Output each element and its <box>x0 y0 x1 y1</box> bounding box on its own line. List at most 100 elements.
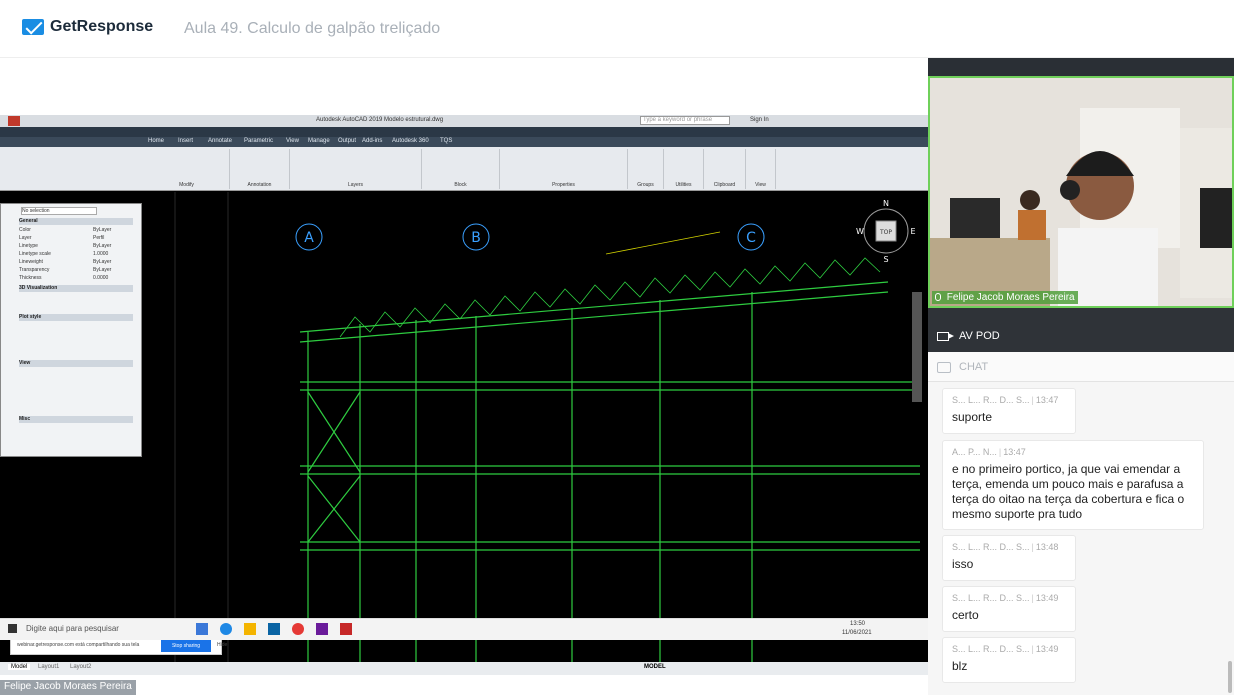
message-sender: A... P... N... <box>952 447 997 457</box>
prop-color-value[interactable]: ByLayer <box>93 227 111 233</box>
section-general[interactable]: General <box>19 218 133 225</box>
prop-linetype-value[interactable]: ByLayer <box>93 243 111 249</box>
tab-layout2[interactable]: Layout2 <box>70 664 91 670</box>
autocad-window: Autodesk AutoCAD 2019 Modelo estrutural.… <box>0 115 928 675</box>
selection-dropdown[interactable]: No selection <box>21 207 97 215</box>
prop-layer-label: Layer <box>19 235 32 241</box>
ribbon-group-layers[interactable]: Layers <box>290 149 422 189</box>
ribbon-group-utilities[interactable]: Utilities <box>664 149 704 189</box>
compass-south: S <box>883 255 888 264</box>
view-cube[interactable]: TOP N W E S <box>856 199 915 264</box>
video-frame <box>930 78 1232 306</box>
message-sender: S... L... R... D... S... <box>952 593 1030 603</box>
windows-taskbar: Digite aqui para pesquisar 13:50 11/06/2… <box>0 618 928 640</box>
tab-model[interactable]: Model <box>8 664 31 670</box>
brand-name: GetResponse <box>50 18 154 35</box>
help-search-input[interactable]: Type a keyword or phrase <box>640 116 730 125</box>
file-explorer-icon[interactable] <box>244 623 256 635</box>
tab-manage[interactable]: Manage <box>308 138 330 144</box>
clock-time: 13:50 <box>850 621 866 627</box>
hide-button[interactable]: Hide <box>217 642 227 648</box>
ribbon-group-properties[interactable]: Properties <box>500 149 628 189</box>
stop-sharing-button[interactable]: Stop sharing <box>161 640 211 652</box>
message-time: 13:48 <box>1035 542 1059 552</box>
compass-east: E <box>910 227 915 236</box>
compass-west: W <box>856 227 864 236</box>
vertical-scrollbar[interactable] <box>912 292 922 402</box>
prop-linetype-scale-label: Linetype scale <box>19 251 51 257</box>
outlook-icon[interactable] <box>268 623 280 635</box>
ribbon-group-groups[interactable]: Groups <box>628 149 664 189</box>
message-text: isso <box>952 557 974 571</box>
windows-start-icon[interactable] <box>8 624 17 633</box>
prop-layer-value[interactable]: Perfil <box>93 235 104 241</box>
tab-parametric[interactable]: Parametric <box>244 138 273 144</box>
top-bar: GetResponse Aula 49. Calculo de galpão t… <box>0 0 1234 58</box>
brand-logo[interactable]: GetResponse <box>22 18 153 36</box>
ribbon-group-annotation[interactable]: Annotation <box>230 149 290 189</box>
edge-icon[interactable] <box>220 623 232 635</box>
view-cube-top: TOP <box>879 229 892 236</box>
message-text: e no primeiro portico, ja que vai emenda… <box>952 462 1185 521</box>
model-space-indicator[interactable]: MODEL <box>644 664 666 670</box>
ribbon-group-view[interactable]: View <box>746 149 776 189</box>
taskbar-search[interactable]: Digite aqui para pesquisar <box>26 624 119 633</box>
chat-message: S... L... R... D... S... | 13:47 suporte <box>942 388 1076 434</box>
ribbon-group-modify[interactable]: Modify <box>144 149 230 189</box>
autocad-menu-bar <box>0 127 928 137</box>
tab-autodesk-360[interactable]: Autodesk 360 <box>392 138 429 144</box>
tab-layout1[interactable]: Layout1 <box>38 664 59 670</box>
tab-home[interactable]: Home <box>148 138 164 144</box>
chat-scrollbar[interactable] <box>1228 661 1232 693</box>
chat-message: A... P... N... | 13:47 e no primeiro porti… <box>942 440 1204 530</box>
tab-tqs[interactable]: TQS <box>440 138 452 144</box>
prop-color-label: Color <box>19 227 31 233</box>
taskbar-app-icon[interactable] <box>196 623 208 635</box>
av-pod-header[interactable]: AV POD <box>928 308 1234 352</box>
tab-view[interactable]: View <box>286 138 299 144</box>
message-sender: S... L... R... D... S... <box>952 542 1030 552</box>
message-time: 13:49 <box>1035 593 1059 603</box>
message-text: certo <box>952 608 979 622</box>
lesson-title: Aula 49. Calculo de galpão treliçado <box>184 20 441 37</box>
tab-annotate[interactable]: Annotate <box>208 138 232 144</box>
chat-header[interactable]: CHAT <box>928 352 1234 382</box>
prop-transparency-value[interactable]: ByLayer <box>93 267 111 273</box>
prop-thickness-value[interactable]: 0.0000 <box>93 275 108 281</box>
message-meta: A... P... N... | 13:47 <box>952 447 1026 457</box>
message-text: suporte <box>952 410 993 424</box>
message-time: 13:47 <box>1035 395 1059 405</box>
message-time: 13:49 <box>1035 644 1059 654</box>
prop-linetype-scale-value[interactable]: 1.0000 <box>93 251 108 257</box>
ribbon-group-clipboard[interactable]: Clipboard <box>704 149 746 189</box>
microphone-icon <box>935 293 941 301</box>
chrome-icon[interactable] <box>292 623 304 635</box>
tab-output[interactable]: Output <box>338 138 356 144</box>
properties-palette: No selection General Color ByLayer Layer… <box>0 203 142 457</box>
presenter-name-tag: Felipe Jacob Moraes Pereira <box>0 680 136 695</box>
sign-in-link[interactable]: Sign In <box>750 117 769 123</box>
message-meta: S... L... R... D... S... | 13:49 <box>952 644 1059 654</box>
axis-label-a: A <box>304 230 314 246</box>
clock-date: 11/06/2021 <box>842 630 872 636</box>
autocad-taskbar-icon[interactable] <box>340 623 352 635</box>
section-plot-style[interactable]: Plot style <box>19 314 133 321</box>
section-view[interactable]: View <box>19 360 133 367</box>
side-panel: Felipe Jacob Moraes Pereira AV POD CHAT … <box>928 58 1234 695</box>
webcam-video[interactable]: Felipe Jacob Moraes Pereira <box>928 76 1234 308</box>
tab-add-ins[interactable]: Add-ins <box>362 138 382 144</box>
prop-linetype-label: Linetype <box>19 243 38 249</box>
tab-insert[interactable]: Insert <box>178 138 193 144</box>
autocad-title: Autodesk AutoCAD 2019 Modelo estrutural.… <box>316 117 444 123</box>
section-misc[interactable]: Misc <box>19 416 133 423</box>
autocad-title-bar: Autodesk AutoCAD 2019 Modelo estrutural.… <box>0 115 928 127</box>
ribbon-group-block[interactable]: Block <box>422 149 500 189</box>
message-text: blz <box>952 659 968 673</box>
chat-messages: S... L... R... D... S... | 13:47 suporte A… <box>928 382 1234 695</box>
message-sender: S... L... R... D... S... <box>952 395 1030 405</box>
app-icon[interactable] <box>316 623 328 635</box>
section-3d-visualization[interactable]: 3D Visualization <box>19 285 133 292</box>
panel-top-bar <box>928 58 1234 76</box>
av-pod-title: AV POD <box>959 330 1000 342</box>
prop-lineweight-value[interactable]: ByLayer <box>93 259 111 265</box>
